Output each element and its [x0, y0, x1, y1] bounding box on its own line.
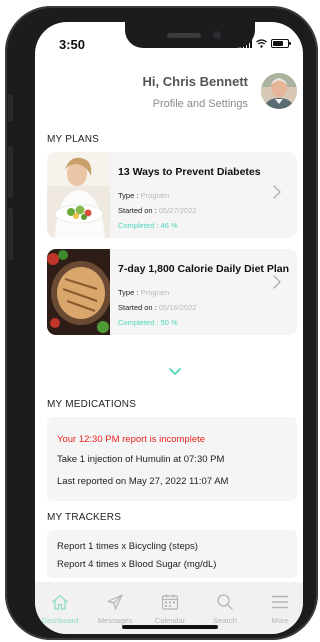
nav-more[interactable]: More [253, 592, 303, 625]
search-icon [217, 594, 233, 610]
volume-down-button [8, 208, 13, 260]
plan-thumbnail-chicken [47, 249, 110, 335]
my-plans-title: MY PLANS [47, 134, 99, 145]
plan-started-row: Started on : 05/27/2022 [118, 206, 197, 215]
menu-icon [271, 595, 289, 609]
medication-instruction: Take 1 injection of Humulin at 07:30 PM [57, 454, 225, 465]
volume-up-button [8, 146, 13, 198]
nav-calendar[interactable]: Calendar [143, 592, 197, 625]
greeting-block: Hi, Chris Bennett Profile and Settings [143, 74, 248, 110]
status-time: 3:50 [59, 37, 86, 52]
nav-messages[interactable]: Messages [88, 592, 142, 625]
paper-plane-icon [107, 594, 123, 610]
battery-icon [271, 39, 291, 48]
home-icon [52, 594, 68, 610]
plan-completed-row: Completed : 46 % [118, 221, 178, 230]
my-medications-title: MY MEDICATIONS [47, 399, 137, 410]
plan-started-row: Started on : 05/16/2022 [118, 303, 197, 312]
trackers-card[interactable]: Report 1 times x Bicycling (steps) Repor… [47, 530, 297, 578]
medication-alert: Your 12:30 PM report is incomplete [57, 434, 206, 445]
tracker-item[interactable]: Report 4 times x Blood Sugar (mg/dL) [57, 559, 216, 570]
plan-thumbnail-salad [47, 152, 110, 238]
chevron-down-icon[interactable] [168, 367, 182, 377]
medication-last-reported: Last reported on May 27, 2022 11:07 AM [57, 476, 229, 487]
greeting-text: Hi, Chris Bennett [142, 74, 248, 89]
plan-completed-row: Completed : 50 % [118, 318, 178, 327]
app-screen: 3:50 Hi, Chris Bennett Profile and Setti… [35, 22, 303, 634]
my-trackers-title: MY TRACKERS [47, 512, 122, 523]
profile-settings-link[interactable]: Profile and Settings [143, 98, 248, 110]
avatar[interactable] [261, 73, 297, 109]
user-photo-icon [261, 73, 297, 109]
nav-dashboard[interactable]: Dashboard [35, 592, 87, 625]
chevron-right-icon[interactable] [271, 183, 283, 201]
plan-card[interactable]: 13 Ways to Prevent Diabetes Type : Progr… [47, 152, 297, 238]
plan-card[interactable]: 7-day 1,800 Calorie Daily Diet Plan Type… [47, 249, 297, 335]
plan-meta: Type : Program Started on : 05/16/2022 C… [118, 285, 297, 330]
device-notch [125, 22, 255, 48]
calendar-icon [161, 594, 179, 610]
chevron-right-icon[interactable] [271, 273, 283, 291]
medications-card[interactable]: Your 12:30 PM report is incomplete Take … [47, 417, 297, 501]
mute-switch [8, 94, 13, 122]
tracker-item[interactable]: Report 1 times x Bicycling (steps) [57, 541, 198, 552]
wifi-icon [256, 39, 267, 48]
plan-title: 13 Ways to Prevent Diabetes [118, 166, 261, 178]
home-indicator [122, 625, 218, 629]
nav-search[interactable]: Search [198, 592, 252, 625]
